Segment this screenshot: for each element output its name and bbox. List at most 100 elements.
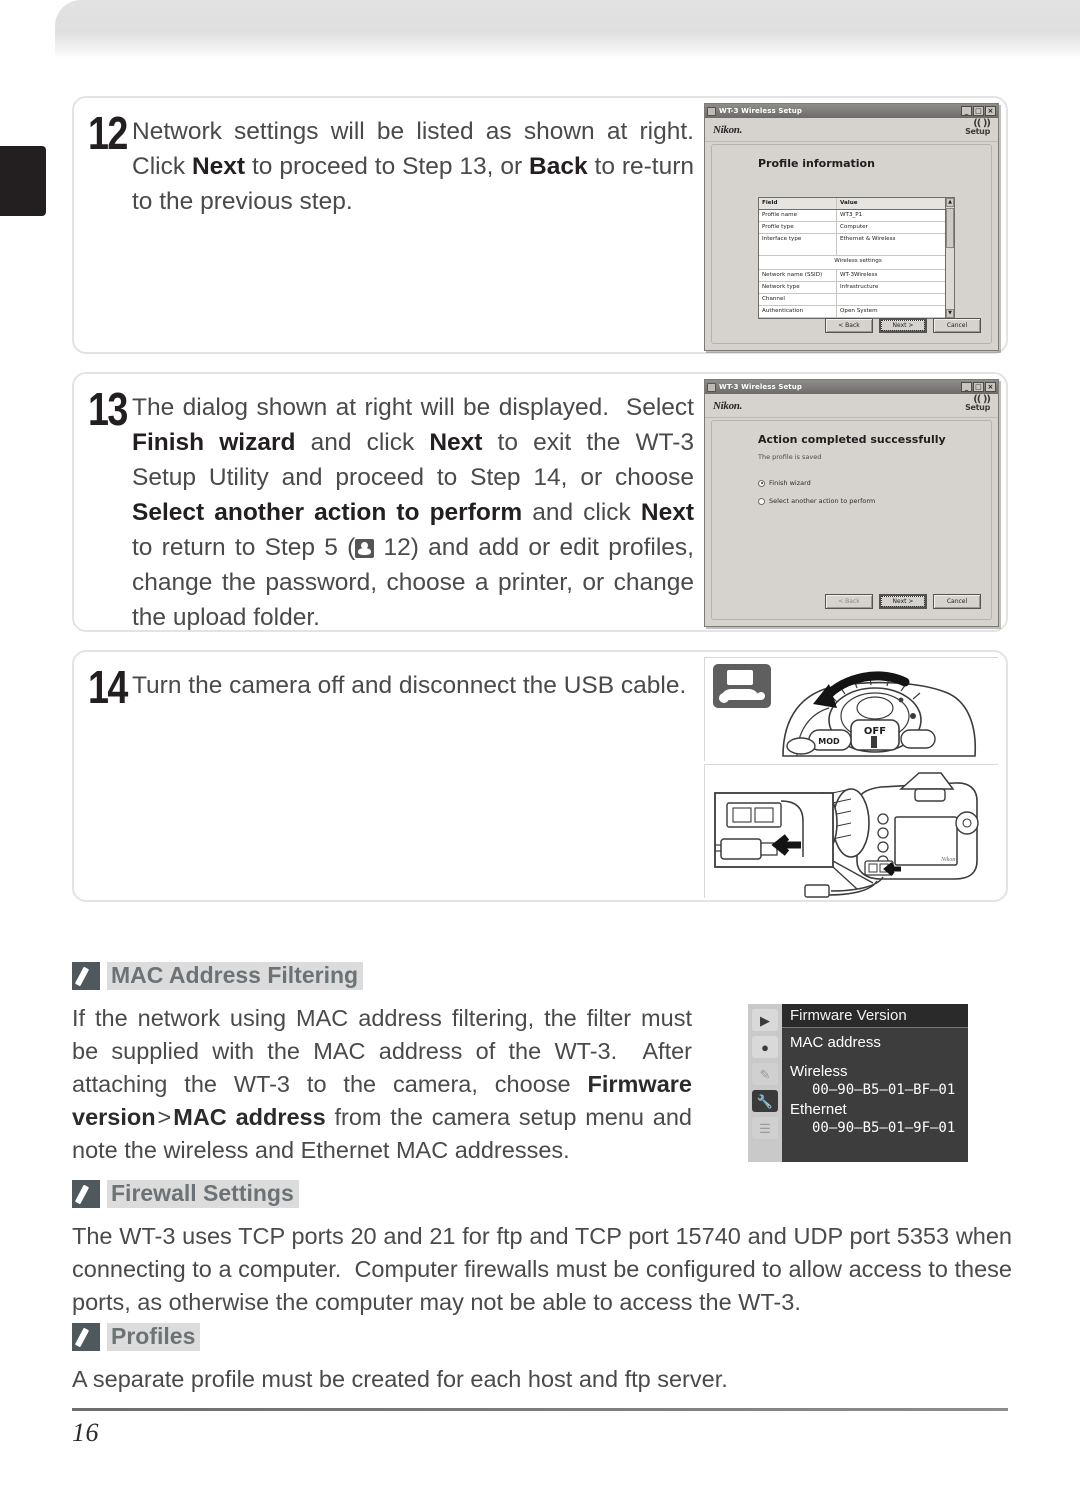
step-13-number: 13 xyxy=(88,383,128,435)
cell-field: Channel xyxy=(759,294,837,305)
recent-settings-icon[interactable]: ☰ xyxy=(752,1117,778,1139)
shooting-menu-icon[interactable]: ● xyxy=(752,1036,778,1058)
dialog-heading: Action completed successfully xyxy=(758,433,946,446)
dialog-titlebar: WT-3 Wireless Setup _ □ × xyxy=(705,380,998,394)
table-row[interactable]: Channel xyxy=(759,294,954,306)
camera-power-switch-illustration: OFF MOD xyxy=(704,657,999,762)
step-13-text: The dialog shown at right will be displa… xyxy=(132,394,694,631)
note-body-profiles: A separate profile must be created for e… xyxy=(72,1366,728,1392)
scroll-down-icon[interactable]: ▼ xyxy=(946,309,954,318)
step-12-number: 12 xyxy=(88,107,128,159)
scrollbar-thumb[interactable] xyxy=(946,208,954,248)
table-row[interactable]: Authentication Open System xyxy=(759,306,954,318)
dialog-brand-bar: Nikon. (( )) Setup xyxy=(705,118,998,142)
back-button[interactable]: < Back xyxy=(825,318,873,333)
wt-setup-logo: (( )) Setup xyxy=(965,395,991,412)
chapter-tab-marker xyxy=(0,146,46,216)
cell-field: Interface type xyxy=(759,234,837,255)
page-header-band xyxy=(55,0,1080,58)
camera-menu-panel: Firmware Version MAC address Wireless 00… xyxy=(782,1004,968,1162)
dialog-button-row: < Back Next > Cancel xyxy=(825,318,981,333)
wt-setup-logo-word: Setup xyxy=(965,403,990,412)
setup-menu-icon[interactable]: 🔧 xyxy=(752,1090,778,1112)
wt-setup-logo-word: Setup xyxy=(965,127,990,136)
cell-value: WT3_P1 xyxy=(840,212,863,218)
svg-text:OFF: OFF xyxy=(864,726,886,737)
cell-field: Authentication xyxy=(759,306,837,317)
cell-field: Profile name xyxy=(759,210,837,221)
pencil-icon xyxy=(72,962,100,990)
dialog-subtext: The profile is saved xyxy=(758,453,822,461)
radio-selected-icon[interactable] xyxy=(758,479,765,487)
camera-menu-title: Firmware Version xyxy=(782,1004,968,1028)
cell-value: Infrastructure xyxy=(840,284,879,290)
wt3-profile-dialog[interactable]: WT-3 Wireless Setup _ □ × Nikon. (( )) S… xyxy=(704,103,999,351)
next-button[interactable]: Next > xyxy=(879,318,927,333)
note-heading-firewall-settings: Firewall Settings xyxy=(72,1180,299,1208)
dialog-title-text: WT-3 Wireless Setup xyxy=(719,383,802,391)
cell-value: Ethernet & Wireless xyxy=(840,236,896,242)
pencil-icon xyxy=(72,1323,100,1351)
step-14-text: Turn the camera off and disconnect the U… xyxy=(132,672,687,699)
minimize-icon[interactable]: _ xyxy=(961,106,972,116)
menu-section-label: MAC address xyxy=(790,1034,881,1051)
note-title: Firewall Settings xyxy=(107,1180,299,1208)
cell-field: Network name (SSID) xyxy=(759,270,837,281)
step-12-text: Network settings will be listed as shown… xyxy=(132,118,694,215)
maximize-icon[interactable]: □ xyxy=(973,382,984,392)
dialog-brand-bar: Nikon. (( )) Setup xyxy=(705,394,998,418)
cell-field: Profile type xyxy=(759,222,837,233)
back-button[interactable]: < Back xyxy=(825,594,873,609)
wt-setup-logo: (( )) Setup xyxy=(965,119,991,136)
page-number: 16 xyxy=(72,1418,99,1447)
menu-entry-label-ethernet: Ethernet xyxy=(790,1101,847,1118)
note-heading-profiles: Profiles xyxy=(72,1323,201,1351)
maximize-icon[interactable]: □ xyxy=(973,106,984,116)
table-section-row: Wireless settings xyxy=(759,256,954,270)
dialog-body: Action completed successfully The profil… xyxy=(711,420,992,620)
pencil-icon xyxy=(72,1180,100,1208)
dialog-title-text: WT-3 Wireless Setup xyxy=(719,107,802,115)
playback-icon[interactable]: ▶ xyxy=(752,1009,778,1031)
profile-info-table[interactable]: Field Value Profile name WT3_P1 Profile … xyxy=(758,197,955,319)
close-icon[interactable]: × xyxy=(985,106,996,116)
svg-text:Nikon: Nikon xyxy=(940,857,955,863)
app-icon xyxy=(707,106,716,116)
note-title: Profiles xyxy=(107,1323,201,1351)
cell-value: Open System xyxy=(840,308,878,314)
table-row[interactable]: Interface type Ethernet & Wireless xyxy=(759,234,954,256)
scroll-up-icon[interactable]: ▲ xyxy=(946,198,954,207)
nikon-logo: Nikon. xyxy=(713,400,743,412)
nikon-logo: Nikon. xyxy=(713,124,743,136)
cell-value xyxy=(837,294,954,305)
table-row[interactable]: Profile name WT3_P1 xyxy=(759,210,954,222)
note-body-mac-address-filtering: If the network using MAC address filteri… xyxy=(72,1005,692,1163)
cancel-button[interactable]: Cancel xyxy=(933,318,981,333)
table-scrollbar[interactable]: ▲ ▼ xyxy=(945,198,954,318)
step-12-box: 12 Network settings will be listed as sh… xyxy=(72,96,1008,354)
step-14-number: 14 xyxy=(88,661,128,713)
radio-select-another-action[interactable]: Select another action to perform xyxy=(758,497,875,505)
cancel-button[interactable]: Cancel xyxy=(933,594,981,609)
dialog-button-row: < Back Next > Cancel xyxy=(825,594,981,609)
custom-settings-icon[interactable]: ✎ xyxy=(752,1063,778,1085)
radio-finish-wizard[interactable]: Finish wizard xyxy=(758,479,811,487)
camera-usb-disconnect-svg: Nikon xyxy=(705,765,999,899)
camera-menu-content: MAC address Wireless 00–90–B5–01–BF–01 E… xyxy=(782,1028,968,1138)
cell-value: WT-3Wireless xyxy=(840,272,878,278)
cell-section-label: Wireless settings xyxy=(834,258,882,264)
next-button[interactable]: Next > xyxy=(879,594,927,609)
radio-unselected-icon[interactable] xyxy=(758,497,765,505)
table-row[interactable]: Network type Infrastructure xyxy=(759,282,954,294)
close-icon[interactable]: × xyxy=(985,382,996,392)
cell-field: Network type xyxy=(759,282,837,293)
table-row[interactable]: Profile type Computer xyxy=(759,222,954,234)
camera-power-switch-svg: OFF MOD xyxy=(705,658,999,762)
dialog-heading: Profile information xyxy=(758,157,875,170)
camera-menu-icon-column: ▶ ● ✎ 🔧 ☰ xyxy=(748,1004,782,1162)
table-row[interactable]: Network name (SSID) WT-3Wireless xyxy=(759,270,954,282)
wt3-finish-dialog[interactable]: WT-3 Wireless Setup _ □ × Nikon. (( )) S… xyxy=(704,379,999,627)
column-header-field: Field xyxy=(759,198,837,209)
minimize-icon[interactable]: _ xyxy=(961,382,972,392)
radio-label: Select another action to perform xyxy=(769,497,876,505)
